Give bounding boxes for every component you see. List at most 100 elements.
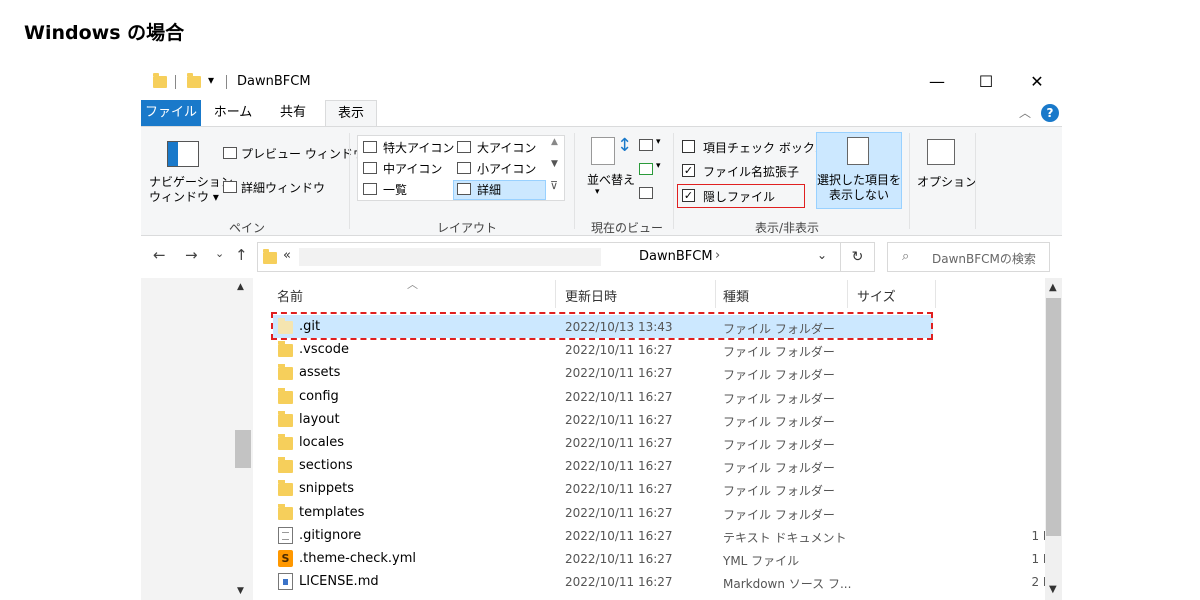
scroll-up-icon[interactable]: ▲ bbox=[551, 137, 558, 147]
column-header-date[interactable]: 更新日時 bbox=[565, 286, 617, 305]
file-type: ファイル フォルダー bbox=[723, 461, 835, 476]
file-date: 2022/10/11 16:27 bbox=[565, 389, 673, 404]
column-divider[interactable] bbox=[715, 280, 716, 308]
new-folder-icon[interactable] bbox=[187, 73, 201, 88]
layout-small-icons[interactable]: 小アイコン bbox=[477, 160, 536, 177]
file-row[interactable]: locales 2022/10/11 16:27 ファイル フォルダー bbox=[273, 431, 933, 454]
nav-scroll-up-icon[interactable]: ▲ bbox=[237, 282, 244, 292]
window-title: DawnBFCM bbox=[237, 74, 311, 89]
file-row[interactable]: LICENSE.md 2022/10/11 16:27 Markdown ソース フ… bbox=[273, 570, 1059, 593]
recent-locations-icon[interactable]: ⌄ bbox=[215, 247, 224, 260]
file-date: 2022/10/11 16:27 bbox=[565, 505, 673, 520]
search-icon: ⌕ bbox=[902, 249, 910, 264]
up-arrow-icon[interactable]: ↑ bbox=[235, 246, 248, 264]
add-columns-icon[interactable] bbox=[639, 163, 653, 175]
file-row[interactable]: sections 2022/10/11 16:27 ファイル フォルダー bbox=[273, 454, 933, 477]
navigation-pane-icon[interactable] bbox=[167, 141, 199, 167]
item-checkboxes-checkbox[interactable] bbox=[682, 140, 695, 153]
file-name: LICENSE.md bbox=[299, 574, 379, 590]
file-date: 2022/10/11 16:27 bbox=[565, 343, 673, 358]
add-columns-dropdown-icon[interactable]: ▾ bbox=[656, 161, 661, 171]
file-name: snippets bbox=[299, 481, 354, 497]
file-row[interactable]: templates 2022/10/11 16:27 ファイル フォルダー bbox=[273, 501, 933, 524]
layout-extra-large-icons[interactable]: 特大アイコン bbox=[383, 139, 454, 156]
help-icon[interactable]: ? bbox=[1041, 104, 1059, 122]
layout-details[interactable]: 詳細 bbox=[477, 181, 501, 198]
maximize-button[interactable]: ☐ bbox=[963, 66, 1009, 98]
item-checkboxes-label: 項目チェック ボックス bbox=[703, 141, 827, 155]
layout-large-icons[interactable]: 大アイコン bbox=[477, 139, 536, 156]
preview-pane-button[interactable]: プレビュー ウィンドウ bbox=[241, 145, 365, 162]
address-overflow[interactable]: « bbox=[283, 248, 291, 263]
navigation-pane-button[interactable]: ナビゲーション ウィンドウ ▾ bbox=[149, 175, 233, 205]
collapse-ribbon-icon[interactable]: ︿ bbox=[1019, 104, 1031, 121]
large-icons-icon bbox=[457, 141, 471, 153]
column-header-type[interactable]: 種類 bbox=[723, 286, 749, 305]
preview-pane-icon bbox=[223, 147, 237, 159]
back-arrow-icon[interactable]: ← bbox=[153, 246, 166, 264]
details-pane-button[interactable]: 詳細ウィンドウ bbox=[241, 179, 325, 196]
column-divider[interactable] bbox=[935, 280, 936, 308]
tab-share[interactable]: 共有 bbox=[265, 100, 321, 126]
address-current-folder[interactable]: DawnBFCM bbox=[639, 249, 713, 264]
file-row[interactable]: config 2022/10/11 16:27 ファイル フォルダー bbox=[273, 385, 933, 408]
folder-icon bbox=[278, 457, 293, 474]
minimize-button[interactable]: — bbox=[914, 66, 960, 98]
quick-access-dropdown-icon[interactable]: ▾ bbox=[208, 73, 214, 87]
ribbon-tabs: ファイル ホーム 共有 表示 ︿ ? bbox=[141, 100, 1062, 126]
git-folder-highlight bbox=[271, 312, 933, 340]
search-box[interactable]: ⌕ DawnBFCMの検索 bbox=[887, 242, 1050, 272]
tab-home[interactable]: ホーム bbox=[205, 100, 261, 126]
file-row[interactable]: .gitignore2022/10/11 16:27テキスト ドキュメント1 K… bbox=[273, 524, 1059, 547]
file-row[interactable]: assets 2022/10/11 16:27 ファイル フォルダー bbox=[273, 361, 933, 384]
nav-scroll-down-icon[interactable]: ▼ bbox=[237, 586, 244, 596]
medium-icons-icon bbox=[363, 162, 377, 174]
file-row[interactable]: layout 2022/10/11 16:27 ファイル フォルダー bbox=[273, 408, 933, 431]
file-type: Markdown ソース フ... bbox=[723, 577, 852, 592]
address-folder-icon bbox=[263, 249, 277, 264]
file-row[interactable]: S .theme-check.yml 2022/10/11 16:27 YML ファイ… bbox=[273, 547, 1059, 570]
size-columns-icon[interactable] bbox=[639, 187, 653, 199]
file-name: locales bbox=[299, 435, 345, 450]
file-type: ファイル フォルダー bbox=[723, 438, 835, 452]
sort-dropdown-icon[interactable]: ▾ bbox=[595, 187, 600, 197]
file-name: config bbox=[299, 388, 339, 404]
expand-gallery-icon[interactable]: ⊽ bbox=[550, 179, 558, 192]
file-scrollbar-thumb[interactable] bbox=[1046, 298, 1061, 536]
file-type: ファイル フォルダー bbox=[723, 507, 835, 522]
column-divider[interactable] bbox=[555, 280, 556, 308]
forward-arrow-icon[interactable]: → bbox=[185, 246, 198, 264]
file-row[interactable]: .vscode 2022/10/11 16:27 ファイル フォルダー bbox=[273, 338, 933, 361]
details-icon bbox=[457, 183, 471, 195]
file-scroll-down-icon[interactable]: ▼ bbox=[1049, 584, 1057, 595]
page-title: Windows の場合 bbox=[24, 22, 185, 44]
column-header-name[interactable]: 名前 bbox=[277, 286, 303, 305]
column-header-size[interactable]: サイズ bbox=[857, 286, 896, 305]
layout-list[interactable]: 一覧 bbox=[383, 181, 407, 198]
scroll-down-icon[interactable]: ▼ bbox=[551, 159, 558, 169]
column-divider[interactable] bbox=[847, 280, 848, 308]
hidden-items-highlight bbox=[677, 184, 805, 208]
file-name: .theme-check.yml bbox=[299, 551, 416, 566]
tab-file[interactable]: ファイル bbox=[141, 100, 201, 126]
folder-icon bbox=[278, 341, 293, 358]
group-by-icon[interactable] bbox=[639, 139, 653, 151]
group-divider bbox=[574, 133, 575, 229]
address-dropdown-icon[interactable]: ⌄ bbox=[817, 248, 827, 262]
sort-by-icon bbox=[591, 137, 615, 165]
nav-scrollbar-thumb[interactable] bbox=[235, 430, 251, 468]
layout-medium-icons[interactable]: 中アイコン bbox=[383, 160, 442, 177]
file-row[interactable]: snippets 2022/10/11 16:27 ファイル フォルダー bbox=[273, 477, 933, 500]
sort-by-button[interactable]: 並べ替え bbox=[587, 171, 635, 188]
options-button[interactable]: オプション bbox=[917, 173, 977, 190]
address-separator[interactable]: › bbox=[715, 248, 720, 263]
file-scroll-up-icon[interactable]: ▲ bbox=[1049, 282, 1057, 293]
extra-large-icons-icon bbox=[363, 141, 377, 153]
ribbon-view: ナビゲーション ウィンドウ ▾ プレビュー ウィンドウ 詳細ウィンドウ ペイン … bbox=[141, 126, 1062, 236]
group-by-dropdown-icon[interactable]: ▾ bbox=[656, 137, 661, 147]
file-extensions-checkbox[interactable]: ✓ bbox=[682, 164, 695, 177]
refresh-icon[interactable]: ↻ bbox=[841, 242, 875, 272]
sort-ascending-icon: ︿ bbox=[407, 278, 418, 291]
tab-view[interactable]: 表示 bbox=[325, 100, 377, 126]
close-button[interactable]: ✕ bbox=[1014, 66, 1060, 98]
